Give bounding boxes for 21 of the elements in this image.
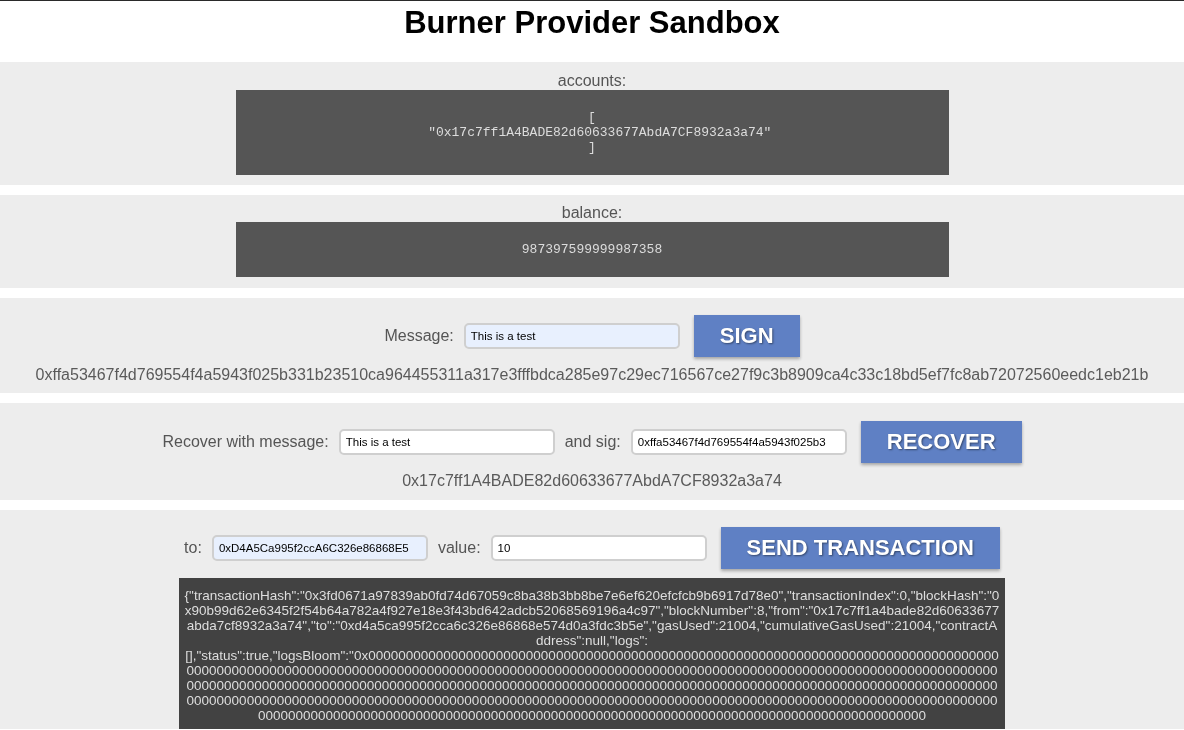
recover-button[interactable]: RECOVER [860, 421, 1022, 463]
field-label: Message: [384, 327, 454, 345]
input-field[interactable]: This is a test [463, 323, 680, 349]
input-field[interactable]: 10 [490, 535, 707, 561]
field-label: Recover with message: [162, 433, 329, 451]
address-text: 0x17c7ff1A4BADE82d60633677AbdA7CF8932a3a74 [401, 472, 783, 490]
receipt-output: {"transactionHash":"0x3fd0671a97839ab0fd74d67059c8ba38b3bb8be7e6ef620efcfcb9b6917d78e0","transactionIndex":0,"blockHash":"0x90b99d62e6345f2f54b64a782a4f927e18e3f43bd642adcb52068569196a4c97","blockNumber":8,"from":"0x17c7ff1a4bade82d60633677abda7cf8932a3a74","to":"0xd4a5ca995f2cca6c326e86868e574d0a3fdc3b5e","gasUsed":21004,"cumulativeGasUsed":21004,"contractAddress":null,"logs":[],"status":true,"logsBloom":"0x00000000000000000000000000000000000000000000000000000000000000000000000000000000000000000000000000000000000000000000000000000000000000000000000000000000000000000000000000000000000000000000000000000000000000000000000000000000000000000000000000000000000000000000000000000000000000000000000000000000000000000000000000000000000000000000000000000000000000000000000000000000000000000000000000000000000000000000000000000000000000000000000000000000000000000000000000000000000000000000000000000000000000000 [179, 578, 1005, 729]
input-field[interactable]: 0xffa53467f4d769554f4a5943f025b3 [630, 429, 847, 455]
input-field[interactable]: This is a test [338, 429, 555, 455]
signature-text: 0xffa53467f4d769554f4a5943f025b331b23510ca964455311a317e3fffbdca285e97c29ec716567ce27f9c3b8909ca4c33c18bd5ef7fc8ab72072560eedc1eb21b [34, 366, 1150, 384]
page-title: Burner Provider Sandbox [403, 4, 781, 42]
send-button[interactable]: SEND TRANSACTION [720, 527, 1000, 569]
section-label: accounts: [556, 72, 628, 90]
field-label: and sig: [564, 433, 621, 451]
section-label: balance: [560, 204, 624, 222]
field-label: value: [437, 539, 481, 557]
balance-output: 987397599999987358 [235, 222, 949, 277]
input-field[interactable]: 0xD4A5Ca995f2ccA6C326e86868E5 [211, 535, 428, 561]
sign-button[interactable]: SIGN [693, 315, 800, 357]
accounts-output: [ "0x17c7ff1A4BADE82d60633677AbdA7CF8932a3a74" ] [235, 90, 949, 175]
field-label: to: [184, 539, 202, 557]
